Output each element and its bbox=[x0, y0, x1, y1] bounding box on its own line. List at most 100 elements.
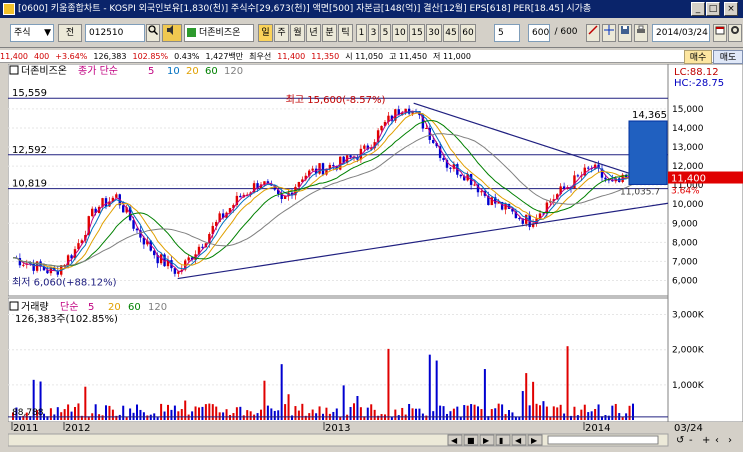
search-button[interactable] bbox=[146, 24, 160, 42]
calendar-button[interactable] bbox=[713, 24, 727, 42]
maximize-button[interactable]: □ bbox=[706, 2, 720, 16]
price-tick-label: 9,000 bbox=[672, 219, 698, 229]
volume-bar bbox=[77, 403, 80, 420]
price-volume-chart[interactable]: 15,00014,00013,00012,00011,00010,0009,00… bbox=[7, 63, 743, 452]
volume-bar bbox=[539, 405, 541, 420]
candle-body bbox=[518, 218, 521, 220]
volume-bar bbox=[105, 405, 107, 420]
candle-body bbox=[122, 205, 125, 213]
minimize-button[interactable]: _ bbox=[691, 2, 705, 16]
volume-bar bbox=[56, 407, 59, 420]
price-ma-period: 10 bbox=[167, 66, 180, 77]
volume-bar bbox=[173, 405, 176, 420]
volume-bar bbox=[501, 404, 504, 420]
title-bar: [0600] 키움종합차트 - KOSPI 외국인보유[1,830(천)] 주식… bbox=[0, 0, 743, 18]
period-button[interactable]: 주 bbox=[274, 24, 289, 42]
minute-button[interactable]: 30 bbox=[426, 24, 442, 42]
volume-bar bbox=[260, 409, 262, 420]
volume-bar bbox=[353, 403, 355, 420]
tab-buy[interactable]: 매수 bbox=[684, 50, 712, 64]
hc-label: HC:-28.75 bbox=[674, 78, 724, 89]
chart-area[interactable]: 15,000 14,000 13,000 12,000 11,000 10,000 9,00… bbox=[7, 63, 743, 452]
quote-info-bar: 11,400 400 +3.64% 126,383 102.85% 0.43% 1,427백… bbox=[0, 50, 743, 63]
volume-bar bbox=[628, 405, 631, 420]
info-item: 0.43% bbox=[174, 52, 200, 61]
zoom-control-icon[interactable]: - bbox=[689, 435, 693, 446]
settings-button[interactable] bbox=[728, 24, 742, 42]
window-title: [0600] 키움종합차트 - KOSPI 외국인보유[1,830(천)] 주식… bbox=[18, 4, 592, 14]
volume-bar bbox=[494, 408, 497, 420]
volume-bar bbox=[552, 406, 555, 420]
volume-bar bbox=[549, 416, 552, 420]
period-button[interactable]: 월 bbox=[290, 24, 305, 42]
volume-bar bbox=[607, 415, 610, 420]
level-label: 12,592 bbox=[12, 145, 47, 156]
volume-bar bbox=[139, 409, 142, 420]
info-item: 최우선 bbox=[249, 52, 272, 61]
volume-bar bbox=[49, 408, 52, 420]
volume-panel-title: 거래량 bbox=[21, 301, 49, 313]
date-input[interactable]: 2014/03/24 bbox=[652, 24, 710, 42]
market-select-value: 주식 bbox=[14, 28, 31, 38]
period-button[interactable]: 년 bbox=[306, 24, 321, 42]
minute-button[interactable]: 3 bbox=[368, 24, 379, 42]
volume-bar bbox=[297, 410, 300, 420]
zoom-control-icon[interactable]: + bbox=[702, 435, 710, 446]
volume-bar bbox=[277, 410, 280, 420]
volume-tick-label: 1,000K bbox=[672, 381, 705, 391]
close-button[interactable]: × bbox=[724, 2, 738, 16]
target-box bbox=[628, 120, 668, 185]
candle-body bbox=[425, 128, 428, 130]
volume-ma-period: 20 bbox=[108, 302, 121, 313]
minute-button[interactable]: 45 bbox=[443, 24, 459, 42]
volume-ma-period: 60 bbox=[128, 302, 141, 313]
left-gutter bbox=[0, 64, 8, 452]
volume-bar bbox=[194, 406, 197, 420]
volume-bar bbox=[177, 411, 180, 420]
zoom-control-icon[interactable]: ‹ bbox=[715, 435, 719, 446]
crosshair-button[interactable] bbox=[602, 24, 616, 42]
volume-bar bbox=[215, 406, 218, 420]
minute-button[interactable]: 5 bbox=[380, 24, 391, 42]
info-item: 400 bbox=[34, 52, 50, 61]
minute-button[interactable]: 10 bbox=[392, 24, 408, 42]
save-button[interactable] bbox=[618, 24, 632, 42]
minute-button[interactable]: 1 bbox=[356, 24, 367, 42]
scroll-thumb[interactable] bbox=[547, 435, 659, 445]
calendar-icon bbox=[715, 26, 725, 35]
volume-bar bbox=[325, 407, 328, 420]
zoom-control-icon[interactable]: › bbox=[728, 435, 732, 446]
current-price-label: 11,400 bbox=[671, 174, 706, 185]
minute-button[interactable]: 60 bbox=[460, 24, 476, 42]
volume-bar bbox=[559, 404, 562, 420]
minute-button[interactable]: 15 bbox=[409, 24, 425, 42]
code-input[interactable]: 012510 bbox=[85, 24, 145, 42]
volume-bar bbox=[235, 407, 238, 420]
volume-bar bbox=[349, 406, 352, 420]
candle-body bbox=[380, 125, 383, 131]
volume-bar bbox=[497, 403, 500, 420]
volume-bar bbox=[122, 405, 125, 420]
zoom-control-icon[interactable]: ↺ bbox=[676, 435, 684, 446]
tab-sell[interactable]: 매도 bbox=[713, 50, 743, 64]
volume-bar bbox=[84, 386, 87, 420]
market-select[interactable]: 주식 ▼ bbox=[10, 24, 54, 42]
high-annotation: 최고 15,600(-8.57%) bbox=[286, 94, 386, 106]
period-button[interactable]: 틱 bbox=[338, 24, 353, 42]
volume-bar bbox=[218, 412, 221, 420]
period-button[interactable]: 일 bbox=[258, 24, 273, 42]
volume-bar bbox=[466, 405, 469, 420]
volume-bar bbox=[222, 412, 225, 420]
interval-input[interactable]: 5 bbox=[494, 24, 520, 42]
info-item: 1,427백만 bbox=[205, 52, 244, 61]
count-input[interactable]: 600 bbox=[528, 24, 550, 42]
candle-body bbox=[321, 163, 325, 175]
company-name: 더존비즈온 bbox=[199, 28, 241, 38]
chart-tool-button[interactable] bbox=[586, 24, 600, 42]
print-button[interactable] bbox=[634, 24, 648, 42]
period-button[interactable]: 분 bbox=[322, 24, 337, 42]
volume-bar bbox=[342, 385, 345, 420]
info-item: 저 11,000 bbox=[433, 52, 471, 61]
all-button[interactable]: 전 bbox=[58, 24, 82, 42]
speaker-button[interactable] bbox=[162, 24, 182, 42]
